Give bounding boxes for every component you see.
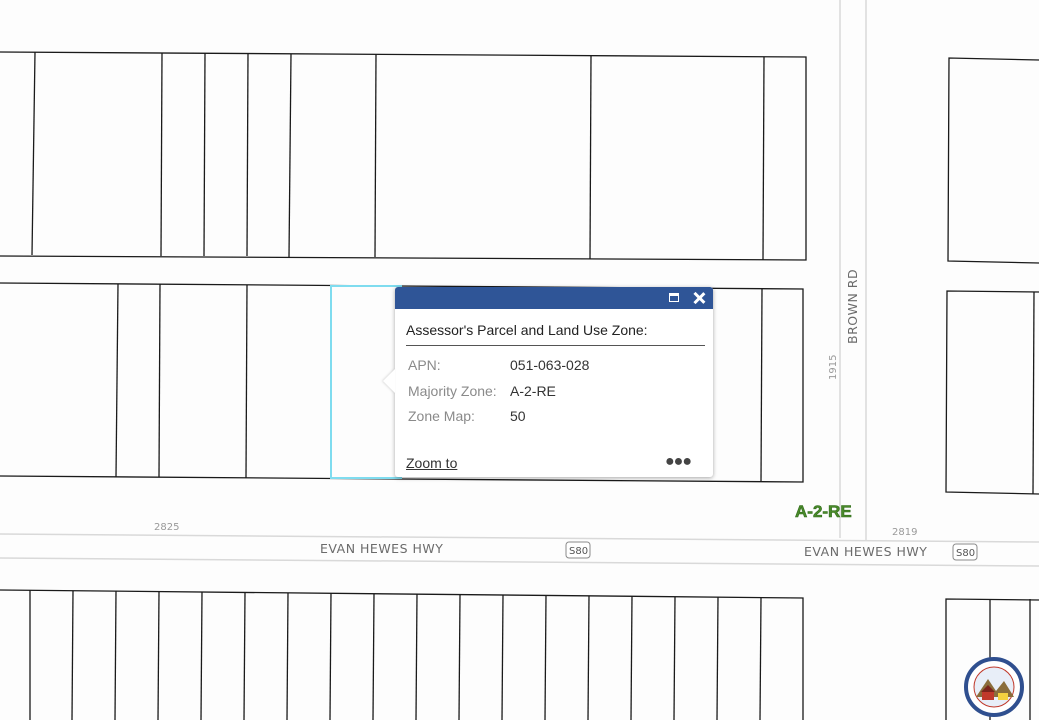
parcel-block-right <box>945 57 1039 720</box>
attribute-key: Majority Zone: <box>408 383 497 399</box>
parcel[interactable] <box>0 51 807 261</box>
attribute-value: 051-063-028 <box>510 357 590 373</box>
road-label-evan-hewes-west: EVAN HEWES HWY <box>320 541 443 556</box>
popup-title: Assessor's Parcel and Land Use Zone: <box>406 322 648 338</box>
attribute-value: A-2-RE <box>510 383 556 399</box>
attribute-row-apn: APN: 051-063-028 <box>408 357 589 373</box>
popup-pointer <box>383 369 395 393</box>
parcel-block-bottom <box>0 589 804 720</box>
route-shield: S80 <box>952 543 978 561</box>
close-icon[interactable] <box>691 290 707 306</box>
attribute-row-majority-zone: Majority Zone: A-2-RE <box>408 383 556 399</box>
address-label: 2819 <box>892 527 917 538</box>
road-label-evan-hewes-east: EVAN HEWES HWY <box>804 544 927 559</box>
road-label-brown-rd: BROWN RD <box>845 269 860 344</box>
county-association-logo <box>964 657 1024 717</box>
road-edge <box>0 557 1039 567</box>
route-shield: S80 <box>565 541 591 559</box>
road-edge <box>0 533 1039 543</box>
attribute-row-zone-map: Zone Map: 50 <box>408 408 526 424</box>
map-view[interactable]: EVAN HEWES HWY EVAN HEWES HWY BROWN RD S… <box>0 0 1039 720</box>
address-label: 1915 <box>828 355 839 380</box>
zone-label: A-2-RE <box>795 502 852 521</box>
attribute-key: Zone Map: <box>408 408 475 424</box>
info-popup: Assessor's Parcel and Land Use Zone: APN… <box>383 287 713 477</box>
popup-header <box>395 287 713 309</box>
svg-text:S80: S80 <box>569 546 588 557</box>
attribute-value: 50 <box>510 408 526 424</box>
parcel-block-top <box>0 51 807 261</box>
svg-text:S80: S80 <box>956 548 975 559</box>
divider <box>406 345 705 346</box>
ellipsis-icon[interactable]: ●●● <box>665 453 692 471</box>
zoom-to-link[interactable]: Zoom to <box>406 455 457 471</box>
attribute-key: APN: <box>408 357 441 373</box>
address-label: 2825 <box>154 522 179 533</box>
maximize-icon[interactable] <box>667 290 683 306</box>
